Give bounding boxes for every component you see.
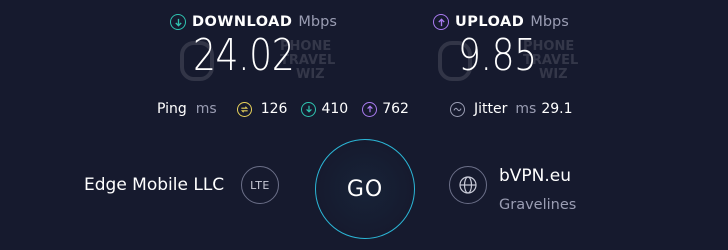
upload-header: UPLOAD Mbps	[433, 14, 569, 30]
ping-idle-icon	[236, 101, 252, 117]
upload-arrow-icon	[433, 14, 449, 30]
provider-name: Edge Mobile LLC	[84, 175, 225, 195]
jitter-value: 29.1	[541, 101, 573, 117]
jitter-row: Jitter ms 29.1	[450, 101, 572, 117]
ping-download-icon	[301, 101, 317, 117]
go-button-label: GO	[346, 176, 384, 202]
download-header: DOWNLOAD Mbps	[170, 14, 337, 30]
server-name[interactable]: bVPN.eu	[499, 166, 571, 186]
jitter-label: Jitter	[474, 101, 508, 117]
ping-idle-value: 126	[260, 101, 288, 117]
download-value: 24.02	[193, 30, 295, 81]
ping-unit: ms	[195, 101, 217, 117]
go-button[interactable]: GO	[315, 139, 415, 239]
ping-upload-value: 762	[382, 101, 409, 117]
download-arrow-icon	[170, 14, 186, 30]
upload-value: 9.85	[458, 30, 537, 81]
upload-unit: Mbps	[530, 14, 569, 30]
ping-upload-icon	[362, 101, 378, 117]
globe-icon	[449, 166, 487, 204]
download-label: DOWNLOAD	[192, 14, 293, 30]
jitter-unit: ms	[515, 101, 537, 117]
ping-label: Ping	[157, 101, 187, 117]
upload-label: UPLOAD	[455, 14, 525, 30]
ping-download-value: 410	[321, 101, 349, 117]
server-location: Gravelines	[499, 197, 577, 213]
jitter-icon	[450, 101, 465, 117]
network-type-label: LTE	[250, 178, 270, 192]
network-type-badge: LTE	[241, 166, 279, 204]
ping-row: Ping ms 126 410 762	[157, 101, 409, 117]
download-unit: Mbps	[298, 14, 337, 30]
